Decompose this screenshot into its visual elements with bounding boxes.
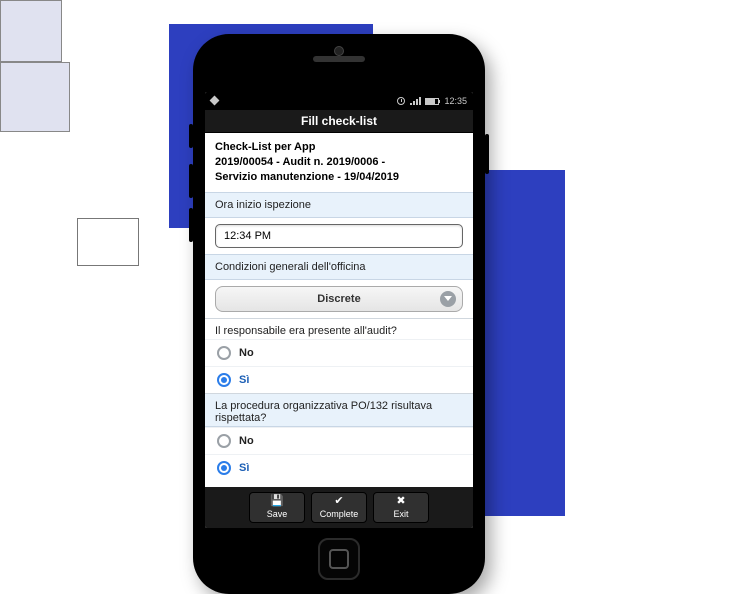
header-line-2: 2019/00054 - Audit n. 2019/0006 - <box>215 155 463 170</box>
radio-icon <box>217 346 231 360</box>
radio-responsible-no[interactable]: No <box>205 339 473 366</box>
exit-label: Exit <box>393 509 408 519</box>
bg-square-3 <box>77 218 139 266</box>
phone-side-button <box>485 134 489 174</box>
complete-button[interactable]: ✔ Complete <box>311 492 367 523</box>
exit-button[interactable]: ✖ Exit <box>373 492 429 523</box>
phone-side-button <box>189 208 193 242</box>
bottom-toolbar: 💾 Save ✔ Complete ✖ Exit <box>205 487 473 528</box>
radio-icon <box>217 373 231 387</box>
radio-icon <box>217 461 231 475</box>
radio-label: Sì <box>239 462 249 474</box>
close-icon: ✖ <box>396 496 405 507</box>
workshop-conditions-select[interactable]: Discrete <box>215 286 463 312</box>
status-time: 12:35 <box>444 96 467 106</box>
radio-label: No <box>239 435 254 447</box>
header-line-3: Servizio manutenzione - 19/04/2019 <box>215 170 463 185</box>
phone-side-button <box>189 124 193 148</box>
bg-square-5 <box>0 62 70 132</box>
bg-square-4 <box>0 0 62 62</box>
question-procedure-respected: La procedura organizzativa PO/132 risult… <box>205 393 473 427</box>
home-button[interactable] <box>318 538 360 580</box>
radio-icon <box>217 434 231 448</box>
save-label: Save <box>267 509 288 519</box>
battery-icon <box>425 98 439 105</box>
radio-responsible-yes[interactable]: Sì <box>205 366 473 393</box>
check-icon: ✔ <box>334 496 343 507</box>
save-icon: 💾 <box>270 496 284 507</box>
phone-frame: 12:35 Fill check-list Check-List per App… <box>193 34 485 594</box>
content-area: Check-List per App 2019/00054 - Audit n.… <box>205 133 473 487</box>
signal-icon <box>410 97 420 105</box>
app-indicator-icon <box>210 96 220 106</box>
phone-side-button <box>189 164 193 198</box>
inspection-start-input[interactable] <box>215 224 463 248</box>
field-label-inspection-start: Ora inizio ispezione <box>205 192 473 218</box>
radio-label: No <box>239 347 254 359</box>
alarm-icon <box>397 97 405 105</box>
screen-title: Fill check-list <box>205 110 473 133</box>
radio-procedure-no[interactable]: No <box>205 427 473 454</box>
radio-procedure-yes[interactable]: Sì <box>205 454 473 481</box>
radio-label: Sì <box>239 374 249 386</box>
checklist-header: Check-List per App 2019/00054 - Audit n.… <box>205 133 473 192</box>
header-line-1: Check-List per App <box>215 140 463 155</box>
workshop-conditions-value: Discrete <box>317 293 360 305</box>
complete-label: Complete <box>320 509 359 519</box>
field-label-workshop-conditions: Condizioni generali dell'officina <box>205 254 473 280</box>
question-responsible-present: Il responsabile era presente all'audit? <box>205 318 473 339</box>
save-button[interactable]: 💾 Save <box>249 492 305 523</box>
status-bar: 12:35 <box>205 92 473 110</box>
chevron-down-icon <box>440 291 456 307</box>
phone-screen: 12:35 Fill check-list Check-List per App… <box>205 92 473 528</box>
